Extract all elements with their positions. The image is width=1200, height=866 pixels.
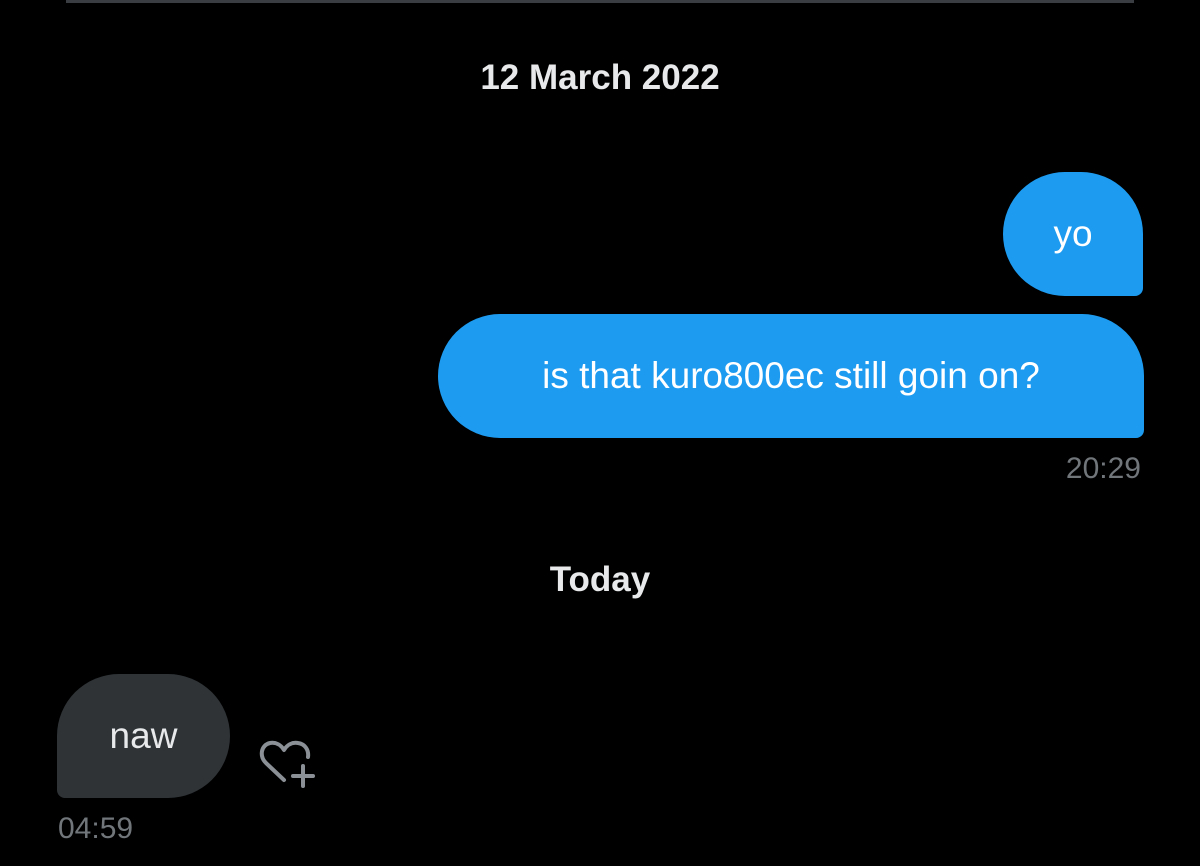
date-separator: Today: [549, 560, 651, 599]
sent-message-bubble[interactable]: is that kuro800ec still goin on?: [438, 314, 1144, 438]
sent-message-bubble[interactable]: yo: [1003, 172, 1143, 296]
message-text: yo: [1053, 213, 1093, 254]
message-timestamp: 04:59: [58, 812, 134, 845]
message-text: naw: [109, 715, 178, 756]
heart-plus-icon[interactable]: [254, 736, 320, 792]
message-timestamp: 20:29: [1065, 452, 1141, 485]
top-divider: [66, 0, 1134, 3]
message-text: is that kuro800ec still goin on?: [542, 355, 1040, 396]
date-separator: 12 March 2022: [480, 58, 720, 97]
received-message-bubble[interactable]: naw: [57, 674, 230, 798]
